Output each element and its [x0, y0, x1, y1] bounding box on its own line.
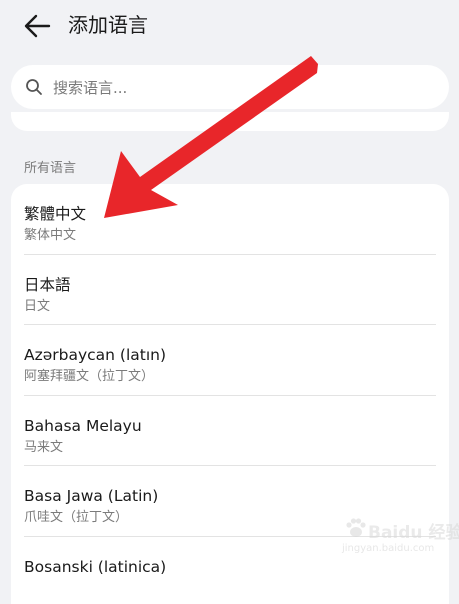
language-subtitle: 繁体中文	[24, 227, 76, 245]
language-name: Azərbaycan (latın)	[24, 344, 166, 366]
watermark: Baidu 经验 jingyan.baidu.com	[340, 516, 440, 562]
language-name: Bahasa Melayu	[24, 415, 142, 437]
language-name: Basa Jawa (Latin)	[24, 485, 158, 507]
search-icon	[25, 78, 43, 96]
language-subtitle: 阿塞拜疆文（拉丁文）	[24, 368, 154, 386]
back-arrow-icon[interactable]	[22, 12, 52, 40]
language-name: Bosanski (latinica)	[24, 556, 166, 578]
language-item-japanese[interactable]: 日本語 日文	[11, 255, 449, 326]
language-item-traditional-chinese[interactable]: 繁體中文 繁体中文	[11, 184, 449, 255]
section-label-all-languages: 所有语言	[24, 157, 76, 176]
language-name: 日本語	[24, 274, 71, 296]
watermark-url: jingyan.baidu.com	[342, 543, 434, 554]
search-input[interactable]	[51, 74, 435, 102]
paw-logo-icon	[344, 516, 368, 540]
language-subtitle: 日文	[24, 298, 50, 316]
watermark-brand: Baidu 经验	[368, 518, 459, 543]
language-name: 繁體中文	[24, 203, 86, 225]
language-item-azerbaijani-latin[interactable]: Azərbaycan (latın) 阿塞拜疆文（拉丁文）	[11, 325, 449, 396]
search-bar[interactable]	[11, 65, 449, 109]
language-item-malay[interactable]: Bahasa Melayu 马来文	[11, 396, 449, 467]
app-header: 添加语言	[0, 0, 459, 52]
previous-list-card	[11, 112, 449, 131]
page-title: 添加语言	[68, 11, 148, 39]
language-subtitle: 马来文	[24, 439, 63, 457]
language-subtitle: 爪哇文（拉丁文）	[24, 509, 128, 527]
